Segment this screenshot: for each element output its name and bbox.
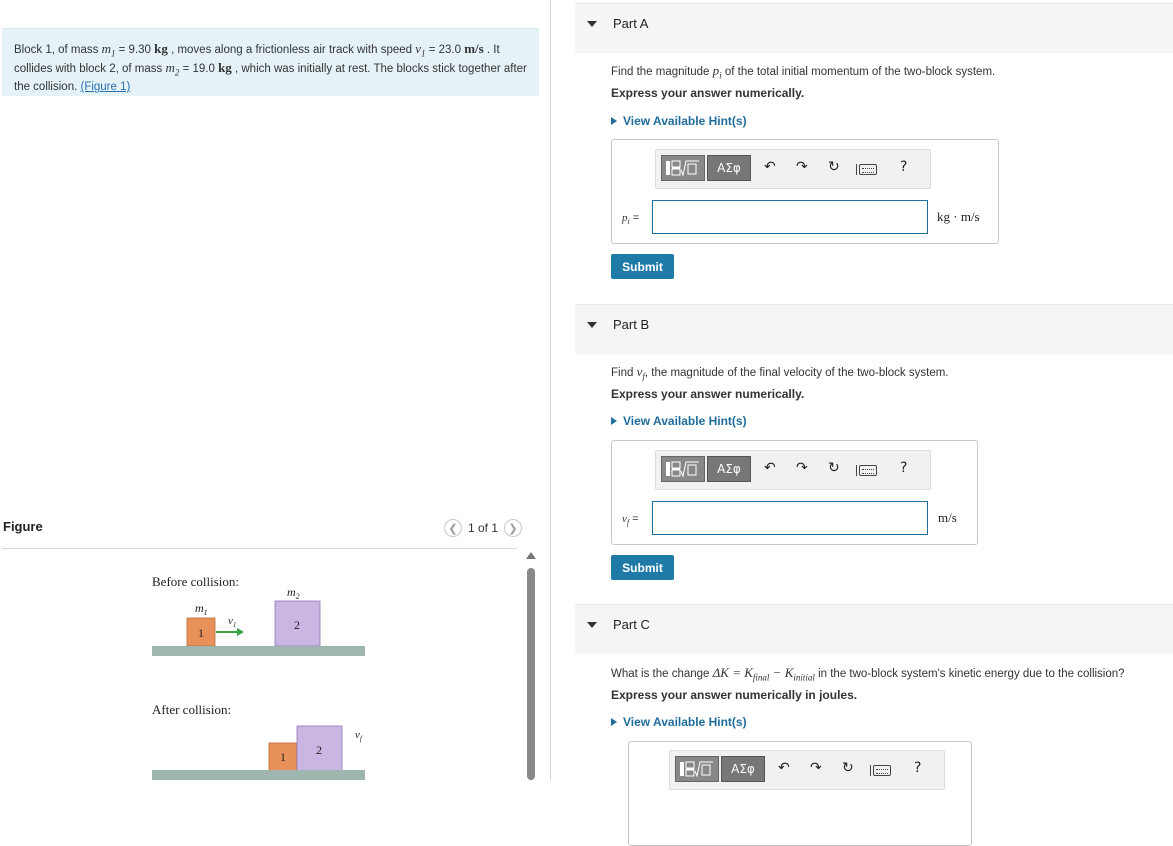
column-divider	[550, 0, 551, 780]
templates-button[interactable]	[661, 155, 705, 181]
part-b-answer-input[interactable]	[652, 501, 928, 535]
collapse-triangle-icon[interactable]	[587, 622, 597, 628]
block-1-number: 1	[198, 626, 204, 640]
hint-triangle-icon	[611, 718, 617, 726]
chevron-right-icon[interactable]: ❯	[504, 519, 523, 537]
part-b-question: Find vf, the magnitude of the final velo…	[611, 364, 949, 382]
part-a-header[interactable]: Part A	[575, 3, 1173, 53]
part-b-submit-button[interactable]: Submit	[611, 555, 674, 580]
part-a-variable-label: pi =	[622, 212, 640, 227]
figure-heading: Figure	[3, 519, 43, 534]
collapse-triangle-icon[interactable]	[587, 322, 597, 328]
problem-text: = 23.0	[425, 44, 465, 56]
fraction-sqrt-icon	[680, 761, 713, 778]
v1-symbol: v1	[415, 41, 426, 59]
help-icon[interactable]: ?	[900, 460, 907, 476]
air-track-before	[152, 646, 365, 656]
undo-icon[interactable]: ↶	[764, 460, 776, 476]
problem-text: Block 1, of mass	[14, 44, 102, 56]
part-c-hint-link[interactable]: View Available Hint(s)	[611, 715, 747, 729]
figure-link[interactable]: (Figure 1)	[80, 81, 130, 93]
part-a-unit: kg · m/s	[937, 209, 980, 224]
greek-symbols-button[interactable]: ΑΣφ	[707, 155, 751, 181]
velocity-arrowhead	[237, 628, 244, 636]
hint-triangle-icon	[611, 417, 617, 425]
figure-page-indicator: 1 of 1	[468, 521, 499, 535]
part-a-question: Find the magnitude pi of the total initi…	[611, 63, 996, 81]
redo-icon[interactable]: ↷	[796, 159, 808, 175]
block-2-number-after: 2	[316, 743, 322, 757]
part-c-header[interactable]: Part C	[575, 604, 1173, 654]
scroll-up-icon[interactable]	[526, 552, 536, 559]
m2-label: m2	[287, 585, 300, 601]
fraction-sqrt-icon	[666, 160, 699, 177]
part-a-instructions: Express your answer numerically.	[611, 86, 805, 100]
block-2-number: 2	[294, 618, 300, 632]
reset-icon[interactable]: ↻	[842, 760, 854, 776]
keyboard-icon[interactable]	[856, 161, 877, 177]
v1-label: v1	[228, 615, 236, 629]
m1-symbol: m1	[101, 41, 116, 59]
part-c-answer-box: ΑΣφ ↶ ↷ ↻ ?	[628, 741, 972, 846]
part-a-title: Part A	[613, 16, 649, 31]
templates-button[interactable]	[661, 456, 705, 482]
greek-symbols-button[interactable]: ΑΣφ	[721, 756, 765, 782]
part-b-hint-link[interactable]: View Available Hint(s)	[611, 414, 747, 428]
reset-icon[interactable]: ↻	[828, 460, 840, 476]
math-toolbar: ΑΣφ ↶ ↷ ↻ ?	[655, 450, 931, 490]
before-collision-label: Before collision:	[152, 574, 239, 589]
chevron-left-icon[interactable]: ❮	[444, 519, 462, 537]
figure-pagination: ❮ 1 of 1 ❯	[444, 519, 523, 537]
part-b-variable-label: vf =	[622, 513, 639, 528]
undo-icon[interactable]: ↶	[764, 159, 776, 175]
part-a-answer-box: ΑΣφ ↶ ↷ ↻ ? pi = kg · m/s	[611, 139, 999, 244]
hint-triangle-icon	[611, 117, 617, 125]
unit-kg: kg	[154, 41, 168, 56]
part-a-answer-input[interactable]	[652, 200, 928, 234]
part-b-unit: m/s	[938, 510, 957, 525]
unit-mps: m/s	[464, 41, 484, 56]
part-b-title: Part B	[613, 317, 650, 332]
help-icon[interactable]: ?	[914, 760, 921, 776]
part-c-title: Part C	[613, 617, 650, 632]
m1-label: m1	[195, 601, 208, 617]
after-collision-label: After collision:	[152, 702, 231, 717]
templates-button[interactable]	[675, 756, 719, 782]
greek-symbols-button[interactable]: ΑΣφ	[707, 456, 751, 482]
figure-scrollbar[interactable]	[526, 552, 536, 780]
problem-text: = 9.30	[115, 44, 155, 56]
problem-statement: Block 1, of mass m1 = 9.30 kg , moves al…	[2, 28, 539, 96]
scrollbar-thumb[interactable]	[527, 568, 535, 780]
undo-icon[interactable]: ↶	[778, 760, 790, 776]
math-toolbar: ΑΣφ ↶ ↷ ↻ ?	[669, 750, 945, 790]
redo-icon[interactable]: ↷	[810, 760, 822, 776]
block-1-number-after: 1	[280, 750, 286, 764]
collision-figure: Before collision: m1 m2 v1 1 2 After col…	[152, 574, 365, 780]
part-b-header[interactable]: Part B	[575, 304, 1173, 354]
problem-text: = 19.0	[179, 63, 219, 76]
keyboard-icon[interactable]	[870, 762, 891, 778]
m2-symbol: m2	[165, 60, 180, 78]
collapse-triangle-icon[interactable]	[587, 21, 597, 27]
unit-kg: kg	[218, 60, 232, 76]
keyboard-icon[interactable]	[856, 462, 877, 478]
air-track-after	[152, 770, 365, 780]
fraction-sqrt-icon	[666, 461, 699, 478]
part-a-hint-link[interactable]: View Available Hint(s)	[611, 114, 747, 128]
part-c-question: What is the change ΔK = Kfinal − Kinitia…	[611, 665, 1125, 683]
problem-column: Block 1, of mass m1 = 9.30 kg , moves al…	[0, 0, 550, 780]
part-c-instructions: Express your answer numerically in joule…	[611, 688, 858, 702]
part-b-answer-box: ΑΣφ ↶ ↷ ↻ ? vf = m/s	[611, 440, 978, 545]
problem-text: , moves along a frictionless air track w…	[167, 44, 416, 56]
part-b-instructions: Express your answer numerically.	[611, 387, 805, 401]
part-a-submit-button[interactable]: Submit	[611, 254, 674, 279]
math-toolbar: ΑΣφ ↶ ↷ ↻ ?	[655, 149, 931, 189]
reset-icon[interactable]: ↻	[828, 159, 840, 175]
vf-label: vf	[355, 729, 363, 743]
redo-icon[interactable]: ↷	[796, 460, 808, 476]
help-icon[interactable]: ?	[900, 159, 907, 175]
divider	[2, 548, 517, 549]
